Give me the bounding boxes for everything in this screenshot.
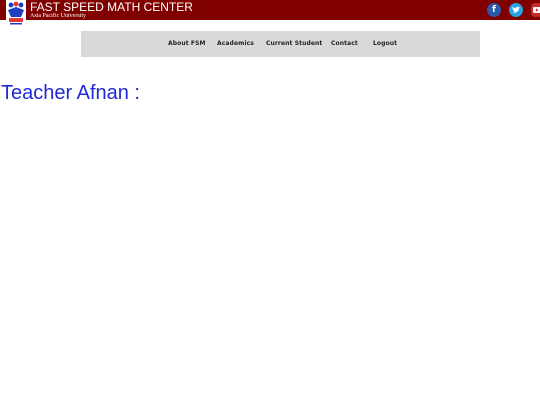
nav-about-fsm[interactable]: About FSM (168, 40, 206, 47)
page-heading: Teacher Afnan : (1, 82, 140, 104)
facebook-icon[interactable]: f (487, 3, 501, 17)
site-subtitle: Asia Pacific University (30, 13, 86, 19)
main-nav: About FSM Academics Current Student Cont… (81, 31, 480, 57)
youtube-icon[interactable] (531, 3, 540, 17)
nav-contact[interactable]: Contact (331, 40, 358, 47)
nav-academics[interactable]: Academics (217, 40, 254, 47)
nav-current-student[interactable]: Current Student (266, 40, 322, 47)
school-logo-icon[interactable] (6, 0, 26, 26)
nav-logout[interactable]: Logout (373, 40, 397, 47)
top-header-bar: FAST SPEED MATH CENTER Asia Pacific Univ… (0, 0, 540, 26)
twitter-icon[interactable] (509, 3, 523, 17)
